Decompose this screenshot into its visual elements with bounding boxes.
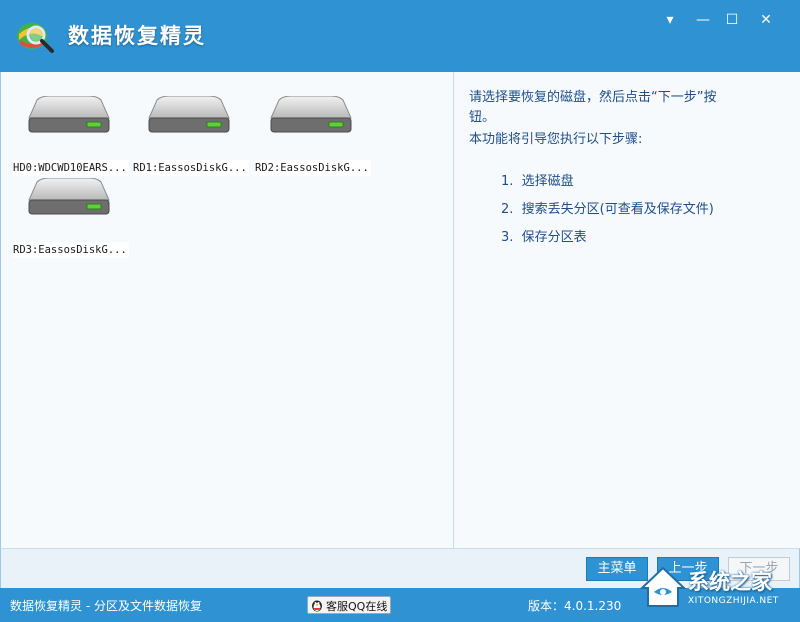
disk-label: RD1:EassosDiskG... <box>133 160 249 176</box>
hard-disk-icon <box>270 96 352 133</box>
instructions-pane: 请选择要恢复的磁盘，然后点击“下一步”按 钮。 本功能将引导您执行以下步骤: 1… <box>455 72 800 548</box>
disk-item[interactable]: RD2:EassosDiskG... <box>255 96 371 176</box>
step-number: 1. <box>501 174 514 189</box>
instruction-line: 钮。 <box>469 110 496 125</box>
hard-disk-icon <box>28 178 110 215</box>
minimize-button[interactable]: — <box>689 8 717 32</box>
title-bar: 数据恢复精灵 ▾ — ☐ ✕ <box>0 0 800 72</box>
instruction-line: 本功能将引导您执行以下步骤: <box>469 132 643 147</box>
hard-disk-icon <box>28 96 110 133</box>
qq-support-label: 客服QQ在线 <box>326 600 388 613</box>
qq-penguin-icon <box>312 600 322 612</box>
step-text: 选择磁盘 <box>521 174 574 189</box>
step-item: 2. 搜索丢失分区(可查看及保存文件) <box>501 200 714 220</box>
app-logo-icon <box>17 23 54 53</box>
qq-support-button[interactable]: 客服QQ在线 <box>307 596 391 614</box>
step-text: 保存分区表 <box>521 230 587 245</box>
disk-item[interactable]: RD1:EassosDiskG... <box>133 96 249 176</box>
disk-list-pane: HD0:WDCWD10EARS... RD1:EassosDiskG... RD… <box>1 72 454 548</box>
disk-item[interactable]: RD3:EassosDiskG... <box>13 178 129 258</box>
step-item: 3. 保存分区表 <box>501 228 587 248</box>
hard-disk-icon <box>148 96 230 133</box>
watermark-subtext: XITONGZHIJIA.NET <box>688 596 779 606</box>
step-item: 1. 选择磁盘 <box>501 172 574 192</box>
step-text: 搜索丢失分区(可查看及保存文件) <box>521 202 714 217</box>
step-number: 3. <box>501 230 514 245</box>
status-app-description: 数据恢复精灵 - 分区及文件数据恢复 <box>10 599 202 613</box>
disk-item[interactable]: HD0:WDCWD10EARS... <box>13 96 129 176</box>
app-title: 数据恢复精灵 <box>68 24 206 48</box>
step-number: 2. <box>501 202 514 217</box>
main-content: HD0:WDCWD10EARS... RD1:EassosDiskG... RD… <box>0 72 800 548</box>
disk-label: RD2:EassosDiskG... <box>255 160 371 176</box>
instruction-line: 请选择要恢复的磁盘，然后点击“下一步”按 <box>469 90 717 105</box>
close-button[interactable]: ✕ <box>752 8 780 32</box>
watermark-text: 系统之家 <box>688 570 772 594</box>
house-logo-icon <box>639 566 687 607</box>
disk-label: HD0:WDCWD10EARS... <box>13 160 129 176</box>
menu-dropdown-icon[interactable]: ▾ <box>656 8 684 32</box>
disk-label: RD3:EassosDiskG... <box>13 242 129 258</box>
maximize-button[interactable]: ☐ <box>718 8 746 32</box>
version-label: 版本：4.0.1.230 <box>528 599 622 613</box>
watermark: 系统之家 XITONGZHIJIA.NET <box>638 560 794 616</box>
